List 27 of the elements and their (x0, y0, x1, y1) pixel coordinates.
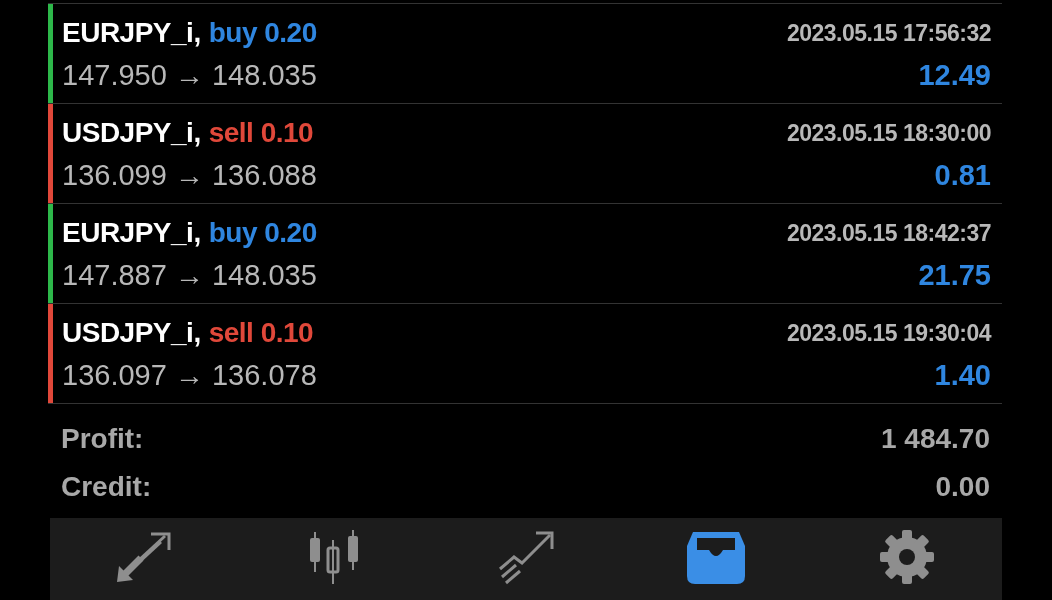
deal-profit: 1.40 (934, 358, 991, 394)
deal-prices: 136.097 → 136.078 (62, 358, 317, 394)
deal-time: 2023.05.15 18:30:00 (786, 118, 991, 148)
deal-prices: 147.887 → 148.035 (62, 258, 317, 294)
deal-prices: 136.099 → 136.088 (62, 158, 317, 194)
deal-type: buy 0.20 (208, 216, 317, 250)
deal-profit: 12.49 (918, 58, 991, 94)
deal-time: 2023.05.15 19:30:04 (786, 318, 991, 348)
deal-type: sell 0.10 (208, 316, 314, 350)
summary-label: Credit: (61, 470, 152, 504)
symbol: USDJPY_i, (62, 316, 201, 350)
deal-type: sell 0.10 (208, 116, 314, 150)
inbox-icon[interactable] (687, 530, 746, 584)
deal-time: 2023.05.15 17:56:32 (786, 18, 991, 48)
trend-arrow-icon[interactable] (496, 529, 556, 585)
deal-type: buy 0.20 (208, 16, 317, 50)
deal-profit: 0.81 (934, 158, 991, 194)
symbol: EURJPY_i, (62, 216, 201, 250)
deal-prices: 147.950 → 148.035 (62, 58, 317, 94)
summary-value: 0.00 (935, 470, 990, 504)
deal-profit: 21.75 (918, 258, 991, 294)
symbol: EURJPY_i, (62, 16, 201, 50)
symbol: USDJPY_i, (62, 116, 201, 150)
summary-value: 1 484.70 (881, 422, 990, 456)
summary-label: Profit: (61, 422, 144, 456)
deal-time: 2023.05.15 18:42:37 (786, 218, 991, 248)
settings-icon[interactable] (877, 528, 936, 586)
